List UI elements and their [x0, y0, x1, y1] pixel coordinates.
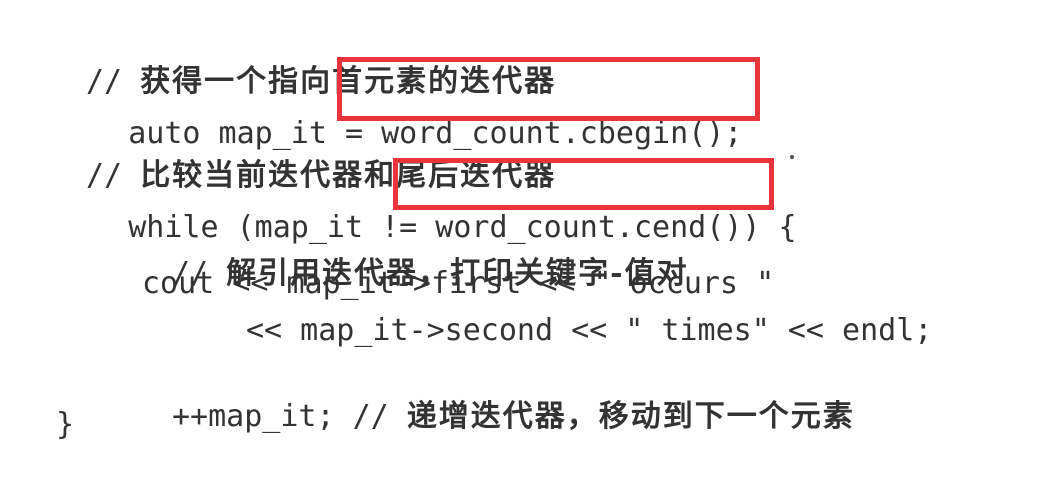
comment-text: 递增迭代器，移动到下一个元素: [406, 399, 855, 434]
comment-line-5: // 解引用迭代器，打印关键字-值对: [142, 214, 689, 291]
code-text: ++map_it; //: [172, 399, 407, 434]
closing-brace: }: [56, 407, 75, 442]
comment-line-3: // 比较当前迭代器和尾后迭代器: [56, 116, 556, 193]
highlight-box-cbegin: [337, 57, 760, 121]
code-line-6: cout << map_it->first << " occurs ": [142, 266, 775, 301]
code-suffix: {: [760, 210, 797, 245]
comment-line-1: // 获得一个指向首元素的迭代器: [56, 22, 556, 99]
stray-dot: [790, 155, 794, 159]
code-snippet: // 获得一个指向首元素的迭代器 auto map_it = word_coun…: [0, 0, 1053, 460]
highlight-box-cend: [393, 158, 774, 210]
code-line-7: << map_it->second << " times" << endl;: [246, 313, 933, 348]
code-line-8: ++map_it; // 递增迭代器，移动到下一个元素: [142, 357, 855, 434]
